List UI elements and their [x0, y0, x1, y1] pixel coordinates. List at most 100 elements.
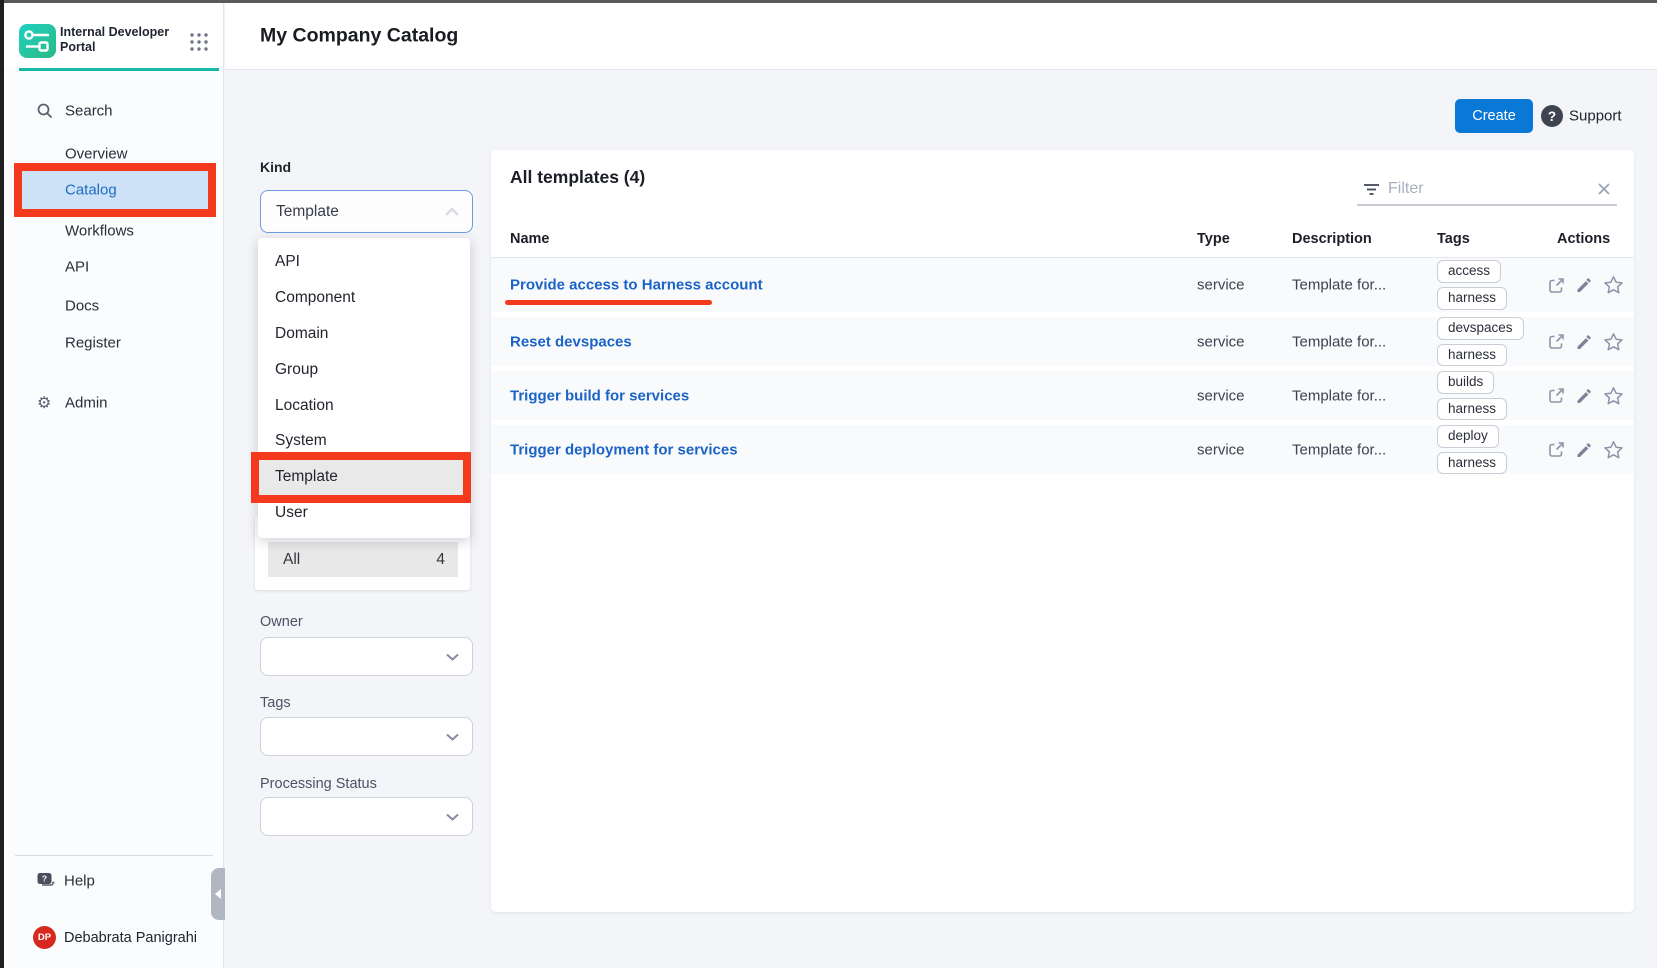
kind-option-system[interactable]: System — [258, 423, 470, 459]
clear-filter-icon[interactable] — [1597, 182, 1611, 196]
tag-chip: harness — [1437, 452, 1507, 475]
sidebar-item-label: Admin — [65, 395, 108, 412]
idp-logo-icon[interactable] — [19, 24, 56, 58]
create-button-label: Create — [1472, 108, 1516, 124]
kind-option-domain[interactable]: Domain — [258, 316, 470, 352]
kind-option-api[interactable]: API — [258, 244, 470, 280]
option-label: Template — [275, 468, 338, 486]
sidebar-item-docs[interactable]: Docs — [4, 291, 224, 321]
tag-chip: builds — [1437, 371, 1494, 394]
tag-chip: harness — [1437, 398, 1507, 421]
row-actions — [1548, 258, 1624, 312]
apps-grid-icon[interactable] — [188, 31, 210, 53]
kind-option-location[interactable]: Location — [258, 388, 470, 424]
open-external-icon[interactable] — [1548, 387, 1565, 404]
tags-select[interactable] — [260, 717, 473, 756]
template-name-link[interactable]: Provide access to Harness account — [510, 277, 763, 294]
create-button[interactable]: Create — [1455, 99, 1533, 133]
sidebar-collapse-handle[interactable] — [211, 868, 225, 920]
table-filter-input[interactable] — [1388, 180, 1597, 198]
brand-title: Internal Developer Portal — [60, 25, 185, 55]
sidebar-item-admin[interactable]: ⚙ Admin — [4, 388, 224, 418]
template-tags: builds harness — [1437, 371, 1507, 420]
open-external-icon[interactable] — [1548, 277, 1565, 294]
template-type: service — [1197, 441, 1245, 458]
template-description: Template for... — [1292, 441, 1386, 458]
kind-count-row-all[interactable]: All 4 — [268, 542, 458, 577]
column-header-name: Name — [510, 231, 550, 247]
column-header-type: Type — [1197, 231, 1230, 247]
sidebar-item-api[interactable]: API — [4, 252, 224, 282]
sidebar-divider — [15, 855, 213, 856]
star-favorite-icon[interactable] — [1603, 332, 1624, 352]
sidebar: Internal Developer Portal Search Overvie… — [4, 3, 224, 968]
template-name-link[interactable]: Reset devspaces — [510, 333, 632, 350]
table-filter-control — [1357, 174, 1617, 206]
svg-text:?: ? — [42, 874, 47, 884]
processing-status-select[interactable] — [260, 797, 473, 836]
processing-status-label: Processing Status — [260, 776, 377, 792]
sidebar-item-workflows[interactable]: Workflows — [4, 216, 224, 246]
template-tags: deploy harness — [1437, 425, 1507, 474]
page-title: My Company Catalog — [260, 25, 458, 48]
support-question-icon[interactable]: ? — [1541, 105, 1563, 127]
template-type: service — [1197, 277, 1245, 294]
option-label: API — [275, 253, 300, 271]
column-header-description: Description — [1292, 231, 1372, 247]
tag-chip: harness — [1437, 287, 1507, 310]
edit-pencil-icon[interactable] — [1576, 442, 1592, 458]
sidebar-header: Internal Developer Portal — [4, 3, 223, 67]
owner-select[interactable] — [260, 637, 473, 676]
sidebar-search[interactable]: Search — [4, 96, 224, 126]
template-name-link[interactable]: Trigger build for services — [510, 387, 689, 404]
sidebar-item-label: API — [65, 259, 89, 276]
collapse-arrow-icon — [215, 889, 221, 899]
option-label: Component — [275, 289, 355, 307]
edit-pencil-icon[interactable] — [1576, 334, 1592, 350]
star-favorite-icon[interactable] — [1603, 440, 1624, 460]
help-chat-icon: ? — [36, 872, 57, 891]
star-favorite-icon[interactable] — [1603, 275, 1624, 295]
template-name-link[interactable]: Trigger deployment for services — [510, 441, 738, 458]
count-row-label: All — [283, 551, 436, 569]
user-name[interactable]: Debabrata Panigrahi — [64, 930, 197, 946]
chevron-down-icon — [445, 812, 460, 821]
kind-option-user[interactable]: User — [258, 495, 470, 531]
count-row-value: 4 — [436, 551, 445, 569]
template-tags: accessharness — [1437, 258, 1507, 312]
sidebar-item-label[interactable]: Catalog — [65, 182, 117, 199]
tag-chip: deploy — [1437, 425, 1499, 448]
star-favorite-icon[interactable] — [1603, 386, 1624, 406]
table-row: Reset devspaces service Template for... … — [491, 317, 1634, 371]
brand-title-line1: Internal Developer — [60, 25, 185, 40]
chevron-down-icon — [445, 652, 460, 661]
option-label: Group — [275, 361, 318, 379]
kind-select[interactable]: Template — [260, 190, 473, 233]
edit-pencil-icon[interactable] — [1576, 388, 1592, 404]
table-header-row: Name Type Description Tags Actions — [491, 220, 1634, 258]
kind-option-group[interactable]: Group — [258, 352, 470, 388]
chevron-down-icon — [445, 732, 460, 741]
kind-option-template[interactable]: Template — [258, 459, 470, 495]
template-tags: devspacesharness — [1437, 317, 1524, 366]
kind-label: Kind — [260, 159, 291, 175]
table-row: Provide access to Harness account servic… — [491, 258, 1634, 317]
table-row: Trigger build for services service Templ… — [491, 371, 1634, 425]
support-link[interactable]: Support — [1569, 108, 1622, 125]
kind-option-component[interactable]: Component — [258, 280, 470, 316]
row-actions — [1548, 425, 1624, 474]
template-type: service — [1197, 387, 1245, 404]
brand-accent-divider — [19, 68, 219, 71]
search-icon — [36, 102, 54, 120]
open-external-icon[interactable] — [1548, 333, 1565, 350]
sidebar-item-register[interactable]: Register — [4, 328, 224, 358]
row-actions — [1548, 317, 1624, 366]
option-label: Location — [275, 397, 334, 415]
sidebar-item-help[interactable]: ? Help — [4, 866, 224, 896]
question-glyph: ? — [1548, 109, 1556, 124]
user-avatar[interactable]: DP — [33, 926, 56, 949]
edit-pencil-icon[interactable] — [1576, 277, 1592, 293]
templates-card: All templates (4) Name Type Description … — [491, 150, 1634, 912]
user-initials: DP — [38, 932, 51, 943]
open-external-icon[interactable] — [1548, 441, 1565, 458]
